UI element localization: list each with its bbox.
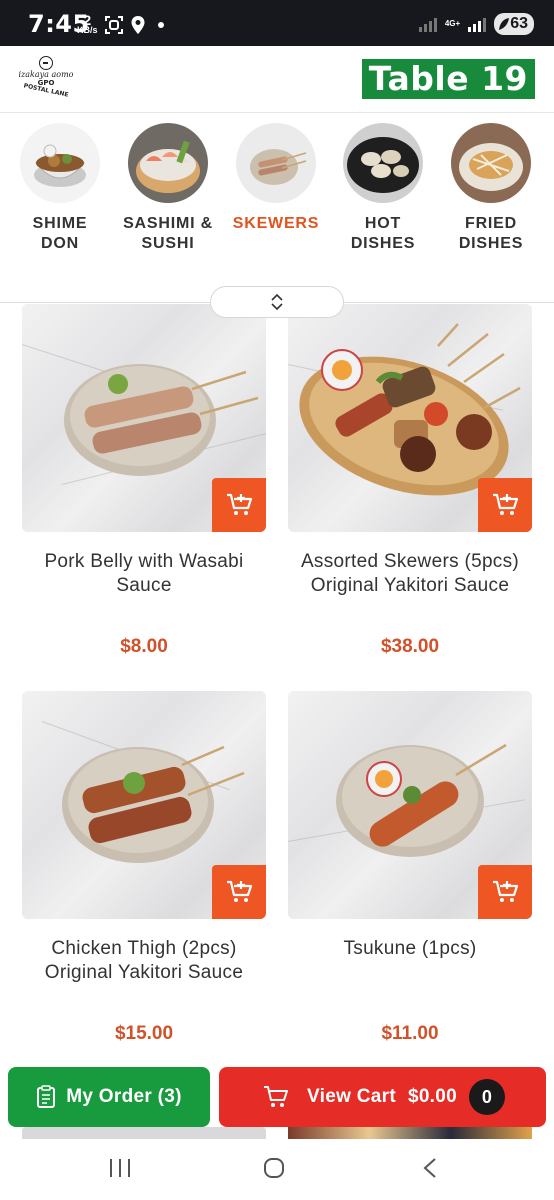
- my-order-button[interactable]: My Order (3): [8, 1067, 210, 1127]
- add-to-cart-icon: [227, 493, 253, 515]
- table-number-badge: Table 19: [361, 59, 535, 99]
- product-image-peek: [288, 1127, 532, 1139]
- category-label-line-2: SUSHI: [141, 235, 195, 252]
- location-icon: [131, 16, 145, 34]
- category-sashimi-sushi[interactable]: SASHIMI & SUSHI: [116, 123, 220, 254]
- category-label-line-2: DON: [41, 235, 79, 252]
- cart-total: $0.00: [407, 1086, 457, 1107]
- category-label-line-1: HOT: [364, 215, 402, 232]
- recent-apps-icon[interactable]: [108, 1157, 132, 1179]
- category-shime-don[interactable]: SHIME DON: [8, 123, 112, 254]
- restaurant-logo[interactable]: izakaya aomo GPO POSTAL LANE: [18, 56, 74, 104]
- clams-pan-icon: [343, 123, 423, 203]
- battery-indicator: 63: [494, 13, 534, 35]
- add-to-cart-icon: [493, 493, 519, 515]
- status-bar: 7:45 2 KB/s 4G+ 63: [0, 0, 554, 46]
- view-cart-button[interactable]: View Cart $0.00 0: [219, 1067, 546, 1127]
- sashimi-platter-icon: [128, 123, 208, 203]
- product-card[interactable]: Chicken Thigh (2pcs) Original Yakitori S…: [22, 691, 266, 1044]
- category-label-line-1: SHIME: [32, 215, 88, 232]
- category-strip: SHIME DON SASHIMI & SUSHI SKEWERS HOT DI…: [0, 112, 554, 302]
- status-right: 4G+ 63: [418, 13, 534, 35]
- product-name: Chicken Thigh (2pcs) Original Yakitori S…: [44, 938, 244, 983]
- product-card[interactable]: Assorted Skewers (5pcs) Original Yakitor…: [288, 304, 532, 657]
- clipboard-icon: [37, 1085, 56, 1108]
- product-name: Pork Belly with Wasabi Sauce: [44, 551, 244, 596]
- system-nav-bar: [0, 1139, 554, 1200]
- product-card[interactable]: Tsukune (1pcs) $11.00: [288, 691, 532, 1044]
- cart-count-badge: 0: [469, 1079, 505, 1115]
- add-to-cart-button[interactable]: [478, 865, 532, 919]
- chicken-thigh-skewers-icon: [22, 691, 266, 919]
- home-icon[interactable]: [263, 1157, 285, 1179]
- net-speed: 2 KB/s: [77, 13, 98, 35]
- assorted-skewers-icon: [288, 304, 532, 532]
- network-type: 4G+: [444, 19, 461, 28]
- add-to-cart-icon: [227, 880, 253, 902]
- net-speed-unit: KB/s: [77, 25, 98, 35]
- expand-collapse-toggle[interactable]: [210, 286, 344, 318]
- category-fried-dishes[interactable]: FRIED DISHES: [439, 123, 543, 254]
- leaf-icon: [499, 18, 510, 30]
- product-image-peek: [22, 1127, 266, 1139]
- product-card[interactable]: Pork Belly with Wasabi Sauce $8.00: [22, 304, 266, 657]
- add-to-cart-icon: [493, 880, 519, 902]
- product-price: $11.00: [381, 1023, 439, 1044]
- category-skewers[interactable]: SKEWERS: [224, 123, 328, 234]
- pork-belly-skewers-icon: [22, 304, 266, 532]
- product-name: Assorted Skewers (5pcs) Original Yakitor…: [300, 551, 520, 596]
- add-to-cart-button[interactable]: [212, 865, 266, 919]
- product-name: Tsukune (1pcs): [343, 938, 477, 959]
- category-label-line-2: DISHES: [350, 235, 416, 252]
- product-price: $8.00: [120, 636, 168, 657]
- category-label-line-1: SKEWERS: [232, 215, 320, 232]
- logo-line-1: izakaya aomo: [18, 70, 74, 79]
- cart-icon: [264, 1086, 288, 1107]
- category-hot-dishes[interactable]: HOT DISHES: [331, 123, 435, 254]
- cell-signal-icon: [468, 16, 487, 32]
- battery-level: 63: [510, 15, 528, 32]
- tsukune-skewer-icon: [288, 691, 532, 919]
- chevron-up-down-icon: [271, 293, 283, 311]
- skewers-plate-icon: [236, 123, 316, 203]
- product-price: $15.00: [114, 1023, 174, 1044]
- app-header: izakaya aomo GPO POSTAL LANE Table 19: [0, 46, 554, 112]
- back-icon[interactable]: [422, 1157, 438, 1179]
- add-to-cart-button[interactable]: [212, 478, 266, 532]
- view-cart-label: View Cart: [307, 1086, 396, 1107]
- category-label-line-1: FRIED: [465, 215, 517, 232]
- my-order-label: My Order (3): [66, 1086, 182, 1107]
- wifi-signal-icon: [418, 16, 437, 32]
- logo-icon: [39, 56, 53, 70]
- rice-bowl-icon: [20, 123, 100, 203]
- category-label-line-2: DISHES: [458, 235, 524, 252]
- fried-dish-icon: [451, 123, 531, 203]
- category-label-line-1: SASHIMI &: [123, 215, 213, 232]
- product-price: $38.00: [380, 636, 440, 657]
- add-to-cart-button[interactable]: [478, 478, 532, 532]
- screenshot-icon: [105, 16, 123, 34]
- notification-dot: [158, 22, 164, 28]
